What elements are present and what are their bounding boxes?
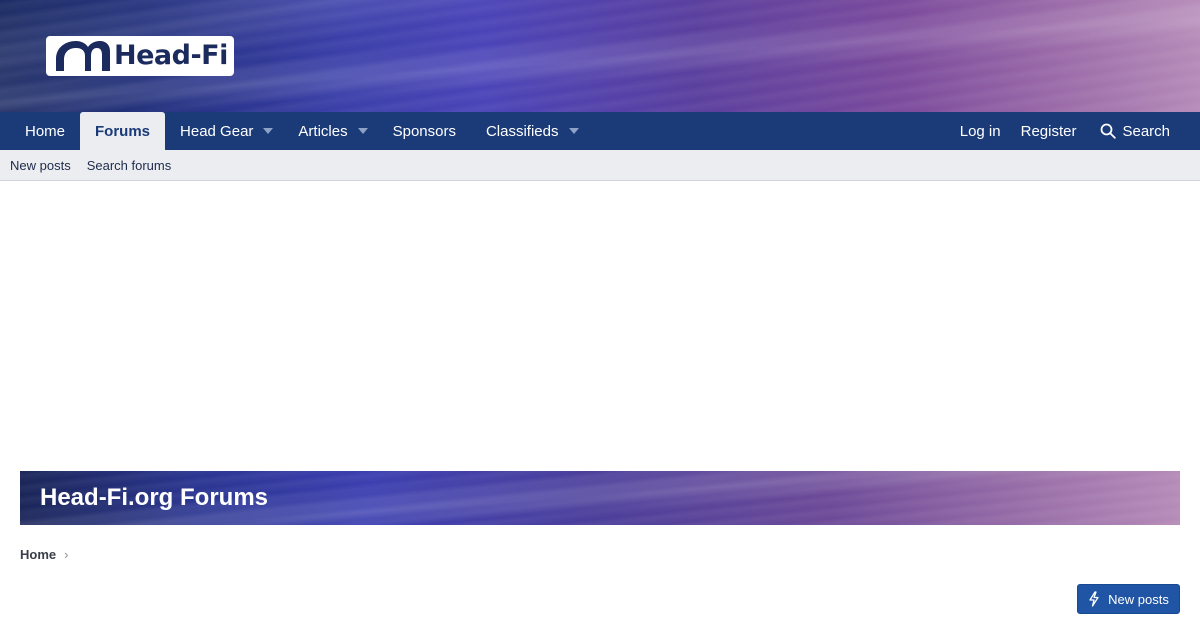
new-posts-button[interactable]: New posts: [1077, 584, 1180, 614]
register-link[interactable]: Register: [1011, 112, 1087, 150]
head-gear-caret[interactable]: [253, 112, 283, 150]
headphones-logo-icon: [56, 41, 110, 71]
site-logo[interactable]: Head-Fi: [46, 36, 234, 76]
bolt-icon: [1089, 591, 1099, 607]
subnav-search-forums[interactable]: Search forums: [87, 158, 172, 173]
login-link[interactable]: Log in: [950, 112, 1011, 150]
ad-area: [0, 182, 1200, 470]
new-posts-label: New posts: [1108, 591, 1169, 607]
search-button[interactable]: Search: [1086, 112, 1180, 150]
nav-left: Home Forums Head Gear Articles Sponsors …: [0, 112, 589, 150]
search-label: Search: [1122, 122, 1170, 140]
breadcrumb-home[interactable]: Home: [20, 547, 56, 562]
caret-down-icon: [263, 128, 274, 134]
nav-home[interactable]: Home: [10, 112, 80, 150]
page-banner: Head-Fi.org Forums: [20, 471, 1180, 525]
search-icon: [1101, 123, 1117, 139]
header-banner: Head-Fi: [0, 0, 1200, 112]
main-nav: Home Forums Head Gear Articles Sponsors …: [0, 112, 1200, 150]
logo-text: Head-Fi: [114, 40, 228, 71]
page-title: Head-Fi.org Forums: [40, 484, 269, 511]
chevron-right-icon: ›: [64, 546, 69, 562]
caret-down-icon: [568, 128, 579, 134]
subnav-new-posts[interactable]: New posts: [10, 158, 71, 173]
nav-forums[interactable]: Forums: [80, 112, 166, 150]
articles-caret[interactable]: [348, 112, 378, 150]
classifieds-caret[interactable]: [559, 112, 589, 150]
breadcrumb: Home ›: [20, 545, 68, 563]
nav-right: Log in Register Search: [950, 112, 1200, 150]
nav-sponsors[interactable]: Sponsors: [378, 112, 471, 150]
sub-nav: New posts Search forums: [0, 150, 1200, 181]
caret-down-icon: [357, 128, 368, 134]
